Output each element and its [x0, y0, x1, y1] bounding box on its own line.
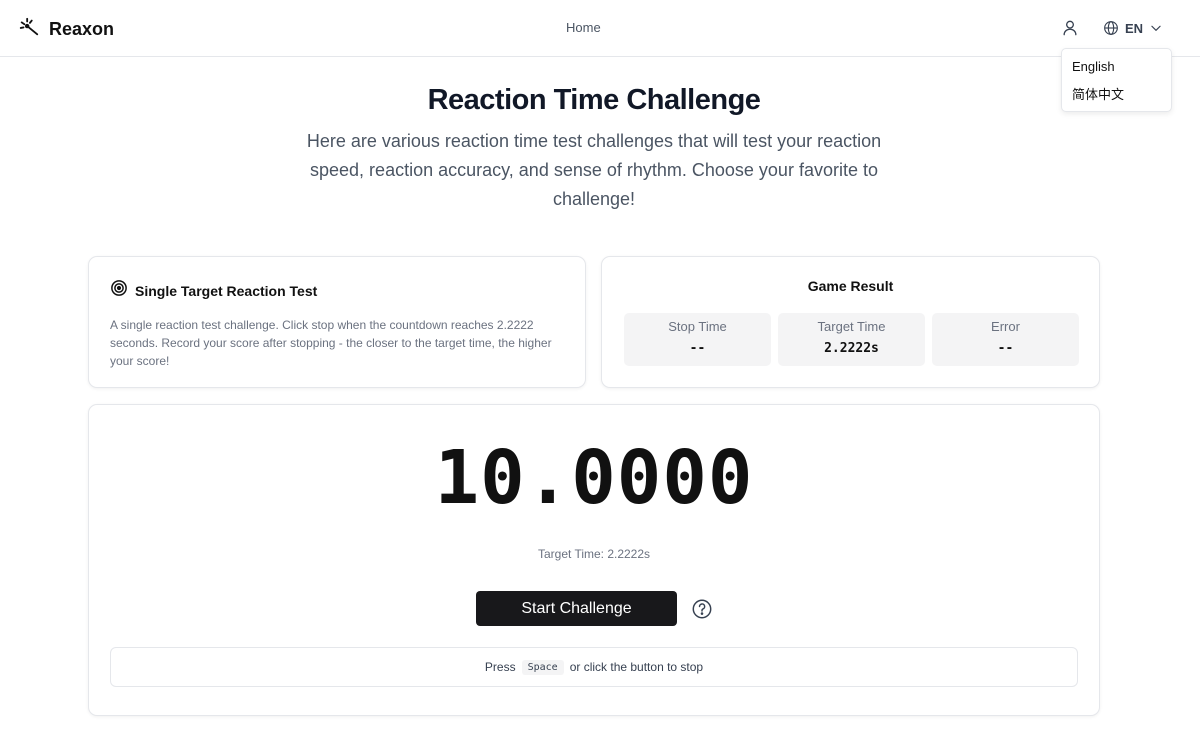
test-info-card: Single Target Reaction Test A single rea…: [88, 256, 586, 388]
stat-target-time: Target Time 2.2222s: [778, 313, 925, 366]
chevron-down-icon: [1149, 21, 1163, 35]
countdown-timer: 10.0000: [434, 435, 754, 521]
brand-name: Reaxon: [49, 19, 115, 39]
stat-label: Target Time: [817, 319, 886, 334]
stat-label: Error: [991, 319, 1020, 334]
target-time-label: Target Time: 2.2222s: [537, 547, 651, 561]
test-info-title: Single Target Reaction Test: [135, 282, 318, 299]
globe-icon: [1103, 20, 1119, 36]
page-subtitle: Here are various reaction time test chal…: [306, 131, 882, 209]
target-icon: [110, 279, 128, 302]
nav-link-home[interactable]: Home: [566, 20, 601, 35]
stat-value: --: [997, 341, 1014, 356]
stat-value: 2.2222s: [824, 341, 879, 356]
reaxon-logo-icon: [18, 16, 40, 43]
game-result-card: Game Result Stop Time -- Target Time 2.2…: [601, 256, 1100, 388]
stat-stop-time: Stop Time --: [624, 313, 771, 366]
language-option-english[interactable]: English: [1062, 53, 1171, 81]
brand-logo[interactable]: Reaxon: [18, 16, 114, 43]
language-selector[interactable]: EN: [1103, 18, 1163, 38]
hint-suffix: or click the button to stop: [569, 660, 704, 674]
start-challenge-button[interactable]: Start Challenge: [476, 591, 677, 626]
help-button[interactable]: [691, 598, 713, 620]
stop-hint: Press Space or click the button to stop: [110, 647, 1078, 687]
challenge-panel: 10.0000 Target Time: 2.2222s Start Chall…: [88, 404, 1100, 716]
test-info-header: Single Target Reaction Test: [110, 279, 317, 302]
game-result-title: Game Result: [807, 278, 894, 294]
language-code: EN: [1125, 20, 1144, 36]
stat-value: --: [689, 341, 706, 356]
hint-prefix: Press: [484, 660, 516, 674]
page-title: Reaction Time Challenge: [427, 84, 761, 116]
help-circle-icon: [691, 599, 713, 624]
stat-label: Stop Time: [668, 319, 727, 334]
space-key-badge: Space: [521, 659, 564, 675]
test-info-description: A single reaction test challenge. Click …: [110, 318, 552, 368]
top-navbar: Reaxon Home EN: [0, 0, 1200, 57]
user-icon: [1060, 20, 1080, 42]
stat-error: Error --: [932, 313, 1079, 366]
user-account-button[interactable]: [1060, 18, 1080, 38]
